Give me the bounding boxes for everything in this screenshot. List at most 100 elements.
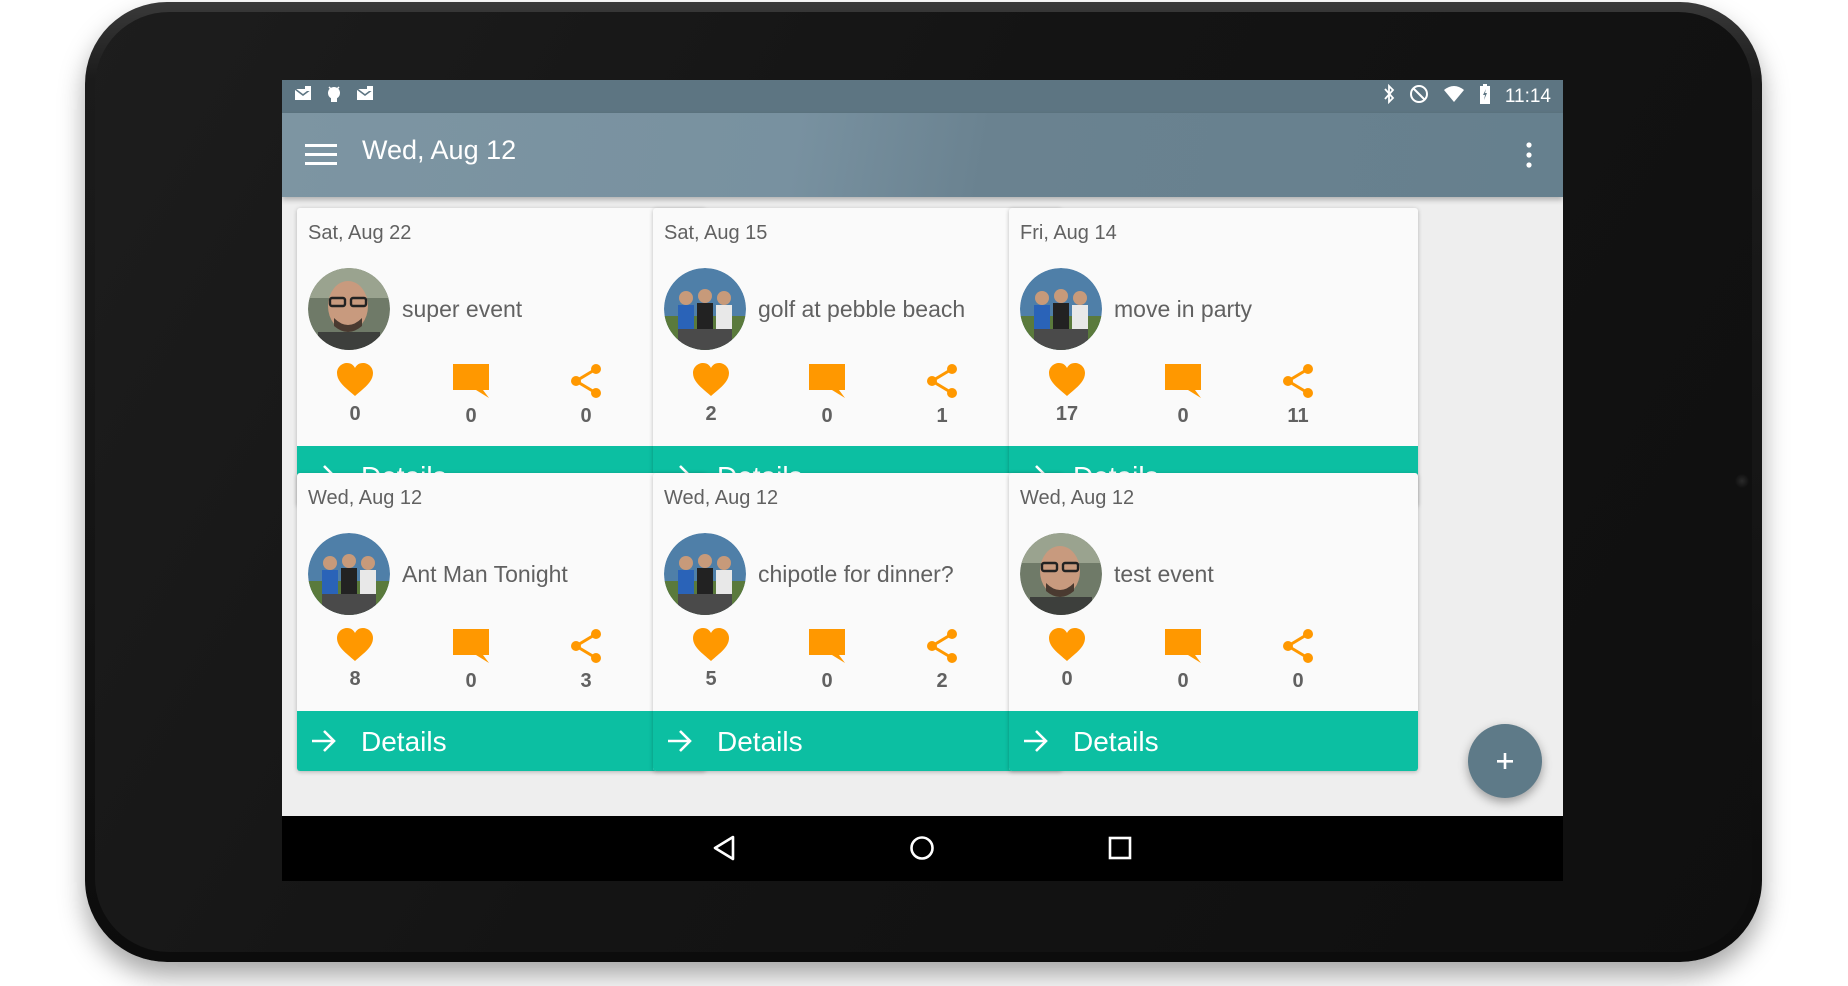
- event-avatar: [1020, 533, 1102, 615]
- event-title: Ant Man Tonight: [402, 561, 568, 587]
- event-card[interactable]: Wed, Aug 12 Ant Man Tonight 8 0 3 Details: [297, 473, 706, 771]
- event-title: super event: [402, 296, 523, 322]
- heart-icon: [1037, 628, 1097, 662]
- comment-count: 0: [1177, 405, 1189, 427]
- event-date: Wed, Aug 12: [308, 487, 423, 509]
- comment-button[interactable]: 0: [1153, 363, 1213, 428]
- comment-icon: [1153, 628, 1213, 664]
- share-count: 3: [580, 670, 592, 692]
- event-date: Sat, Aug 22: [308, 222, 412, 244]
- comment-icon: [441, 628, 501, 664]
- event-title: golf at pebble beach: [758, 296, 966, 322]
- recents-icon[interactable]: [1100, 828, 1140, 868]
- share-button[interactable]: 0: [556, 363, 616, 428]
- share-icon: [1268, 628, 1328, 664]
- event-avatar: [664, 268, 746, 350]
- like-button[interactable]: 17: [1037, 363, 1097, 426]
- comment-count: 0: [465, 670, 477, 692]
- share-count: 0: [1292, 670, 1304, 692]
- details-label: Details: [717, 726, 803, 757]
- event-date: Sat, Aug 15: [664, 222, 768, 244]
- bluetooth-icon: [1383, 83, 1395, 109]
- comment-count: 0: [821, 405, 833, 427]
- arrow-forward-icon: [1023, 729, 1049, 758]
- details-button[interactable]: Details: [653, 711, 1062, 771]
- event-card[interactable]: Fri, Aug 14move in party17011Details: [1009, 208, 1418, 506]
- event-card[interactable]: Wed, Aug 12 test event 0 0 0 Details: [1009, 473, 1418, 771]
- arrow-forward-icon: [667, 729, 693, 758]
- comment-count: 0: [821, 670, 833, 692]
- wifi-icon: [1443, 85, 1465, 108]
- comment-button[interactable]: 0: [797, 363, 857, 428]
- like-button[interactable]: 8: [325, 628, 385, 691]
- event-date: Wed, Aug 12: [1020, 487, 1135, 509]
- comment-button[interactable]: 0: [797, 628, 857, 693]
- heart-icon: [325, 363, 385, 397]
- event-avatar: [308, 533, 390, 615]
- gmail-icon: [356, 86, 374, 107]
- page-title: Wed, Aug 12: [362, 135, 517, 165]
- like-count: 0: [349, 403, 361, 425]
- like-button[interactable]: 5: [681, 628, 741, 691]
- back-icon[interactable]: [704, 828, 744, 868]
- event-avatar: [1020, 268, 1102, 350]
- like-button[interactable]: 0: [325, 363, 385, 426]
- comment-button[interactable]: 0: [1153, 628, 1213, 693]
- comment-count: 0: [465, 405, 477, 427]
- like-button[interactable]: 0: [1037, 628, 1097, 691]
- like-count: 8: [349, 668, 361, 690]
- details-label: Details: [1073, 726, 1159, 757]
- event-card[interactable]: Sat, Aug 22super event000Details: [297, 208, 706, 506]
- add-event-button[interactable]: [1468, 724, 1542, 798]
- event-date: Fri, Aug 14: [1020, 222, 1117, 244]
- event-title: chipotle for dinner?: [758, 561, 954, 587]
- navigation-bar: [282, 816, 1563, 881]
- share-icon: [556, 628, 616, 664]
- heart-icon: [681, 363, 741, 397]
- comment-button[interactable]: 0: [441, 628, 501, 693]
- android-debug-icon: [326, 85, 342, 108]
- comment-button[interactable]: 0: [441, 363, 501, 428]
- like-button[interactable]: 2: [681, 363, 741, 426]
- app-toolbar: Wed, Aug 12: [282, 113, 1563, 197]
- share-icon: [912, 363, 972, 399]
- details-label: Details: [361, 726, 447, 757]
- like-count: 5: [705, 668, 717, 690]
- comment-icon: [441, 363, 501, 399]
- home-icon[interactable]: [902, 828, 942, 868]
- details-button[interactable]: Details: [297, 711, 706, 771]
- comment-icon: [797, 363, 857, 399]
- share-button[interactable]: 3: [556, 628, 616, 693]
- notification-icons: [294, 85, 374, 108]
- system-icons: 11:14: [1383, 83, 1551, 109]
- heart-icon: [681, 628, 741, 662]
- like-count: 17: [1055, 403, 1079, 425]
- event-card[interactable]: Wed, Aug 12 chipotle for dinner? 5 0 2 Detail…: [653, 473, 1062, 771]
- comment-icon: [797, 628, 857, 664]
- share-button[interactable]: 11: [1268, 363, 1328, 428]
- event-avatar: [664, 533, 746, 615]
- share-icon: [1268, 363, 1328, 399]
- device-screen: 11:14 Wed, Aug 12 Sat, Aug 22 super event…: [282, 80, 1563, 881]
- more-vert-icon[interactable]: [1514, 135, 1544, 175]
- heart-icon: [1037, 363, 1097, 397]
- hamburger-menu-icon[interactable]: [304, 139, 338, 171]
- share-button[interactable]: 0: [1268, 628, 1328, 693]
- details-button[interactable]: Details: [1009, 711, 1418, 771]
- share-button[interactable]: 2: [912, 628, 972, 693]
- share-count: 2: [936, 670, 948, 692]
- share-icon: [556, 363, 616, 399]
- event-title: move in party: [1114, 296, 1253, 322]
- share-button[interactable]: 1: [912, 363, 972, 428]
- comment-icon: [1153, 363, 1213, 399]
- event-date: Wed, Aug 12: [664, 487, 779, 509]
- share-count: 1: [936, 405, 948, 427]
- like-count: 0: [1061, 668, 1073, 690]
- do-not-disturb-icon: [1409, 84, 1429, 109]
- gmail-icon: [294, 86, 312, 107]
- share-count: 11: [1287, 405, 1309, 427]
- event-avatar: [308, 268, 390, 350]
- event-card[interactable]: Sat, Aug 15golf at pebble beach201Detail…: [653, 208, 1062, 506]
- share-count: 0: [580, 405, 592, 427]
- light-sensor: [1735, 474, 1749, 488]
